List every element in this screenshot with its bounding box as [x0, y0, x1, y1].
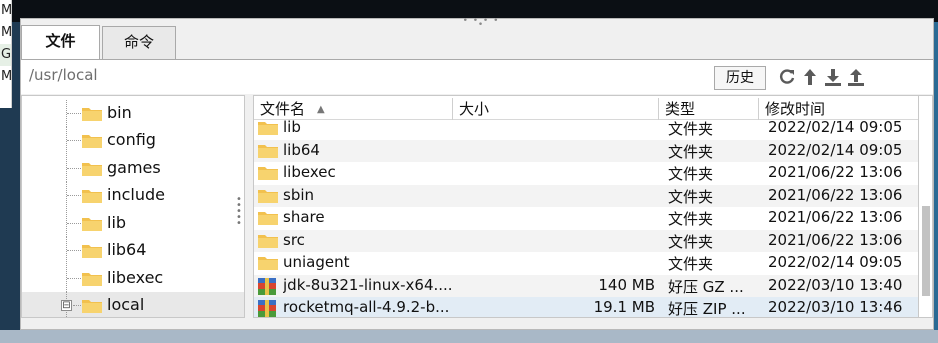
path-input[interactable]: /usr/local	[29, 66, 98, 84]
tab-commands[interactable]: 命令	[102, 26, 176, 59]
file-size: 140 MB	[598, 275, 655, 294]
tree-item-label: bin	[107, 103, 132, 122]
folder-icon	[82, 133, 102, 152]
background-strip-letter: M	[1, 69, 13, 84]
tree-item[interactable]: config	[22, 127, 244, 154]
file-name: uniagent	[283, 253, 350, 271]
archive-icon	[258, 300, 276, 317]
tree-item[interactable]: libexec	[22, 265, 244, 292]
file-size: 19.1 MB	[593, 298, 655, 316]
folder-icon	[82, 216, 102, 235]
background-taskbar	[0, 330, 938, 343]
file-row[interactable]: lib 文件夹 2022/02/14 09:05	[254, 117, 918, 140]
folder-icon	[82, 188, 102, 207]
folder-icon	[258, 188, 278, 207]
file-type: 好压 GZ ...	[668, 277, 744, 296]
tree-item[interactable]: games	[22, 155, 244, 182]
tree-item-local[interactable]: ⊟ local	[22, 292, 244, 317]
file-row[interactable]: share 文件夹 2021/06/22 13:06	[254, 207, 918, 230]
directory-tree: bin config games include lib lib64 libex…	[21, 95, 245, 318]
background-strip-letter: G	[0, 44, 11, 66]
file-modified: 2021/06/22 13:06	[768, 163, 903, 181]
file-row[interactable]: sbin 文件夹 2021/06/22 13:06	[254, 184, 918, 207]
tree-item[interactable]: bin	[22, 100, 244, 127]
background-app-strip: M M G M	[0, 0, 12, 108]
path-bar: /usr/local 历史	[21, 60, 933, 94]
file-modified: 2022/02/14 09:05	[768, 140, 903, 159]
file-modified: 2022/03/10 13:46	[768, 298, 903, 316]
tree-item[interactable]: include	[22, 182, 244, 209]
tab-files[interactable]: 文件	[21, 25, 100, 59]
download-icon[interactable]	[823, 67, 842, 87]
tree-item[interactable]: lib	[22, 210, 244, 237]
folder-icon	[82, 298, 102, 317]
file-type: 文件夹	[668, 187, 714, 206]
file-type: 文件夹	[668, 255, 714, 273]
folder-icon	[258, 210, 278, 229]
refresh-icon[interactable]	[777, 67, 796, 87]
file-row[interactable]: src 文件夹 2021/06/22 13:06	[254, 229, 918, 252]
folder-icon	[82, 243, 102, 262]
file-list-scrollbar[interactable]	[919, 95, 933, 318]
scrollbar-thumb[interactable]	[922, 206, 930, 296]
file-row[interactable]: jdk-8u321-linux-x64.... 140 MB 好压 GZ ...…	[254, 274, 918, 299]
background-strip-letter: M	[1, 3, 13, 18]
file-type: 文件夹	[668, 210, 714, 228]
file-modified: 2022/02/14 09:05	[768, 118, 903, 136]
file-type: 文件夹	[668, 142, 714, 161]
file-name: libexec	[283, 163, 336, 181]
file-modified: 2022/03/10 13:40	[768, 275, 903, 294]
file-modified: 2021/06/22 13:06	[768, 230, 903, 249]
tree-item-label: lib	[107, 213, 127, 232]
upload-icon[interactable]	[846, 67, 865, 87]
tab-bar: 文件 命令	[21, 24, 933, 59]
file-list: 文件名 ▲ 大小 类型 修改时间 lib 文件夹 2022/02/14 09:05…	[253, 95, 919, 318]
pane-splitter-handle[interactable]: • • • • •	[235, 195, 243, 231]
background-window-edge	[934, 22, 938, 343]
tree-item-label: include	[107, 185, 165, 204]
file-modified: 2022/02/14 09:05	[768, 253, 903, 271]
file-row[interactable]: libexec 文件夹 2021/06/22 13:06	[254, 162, 918, 185]
background-strip-letter: M	[1, 25, 13, 40]
file-name: jdk-8u321-linux-x64....	[283, 275, 453, 294]
file-name: sbin	[283, 185, 315, 204]
collapse-toggle-icon[interactable]: ⊟	[61, 300, 72, 311]
tree-item-label: lib64	[107, 240, 147, 259]
folder-icon	[258, 255, 278, 274]
folder-icon	[258, 233, 278, 252]
toolbar-icons	[777, 67, 865, 89]
file-row[interactable]: uniagent 文件夹 2022/02/14 09:05	[254, 252, 918, 275]
folder-icon	[82, 161, 102, 180]
history-button[interactable]: 历史	[714, 66, 766, 90]
tree-item-label: libexec	[107, 268, 164, 287]
tree-item[interactable]: lib64	[22, 237, 244, 264]
file-type: 好压 ZIP ...	[668, 300, 746, 318]
folder-icon	[258, 165, 278, 184]
file-modified: 2021/06/22 13:06	[768, 185, 903, 204]
upload-arrow-icon[interactable]	[800, 67, 819, 87]
file-type: 文件夹	[668, 232, 714, 251]
file-name: rocketmq-all-4.9.2-b...	[283, 298, 450, 316]
archive-icon	[258, 277, 276, 299]
file-name: lib	[283, 118, 301, 136]
file-name: src	[283, 230, 305, 249]
file-type: 文件夹	[668, 120, 714, 138]
file-type: 文件夹	[668, 165, 714, 183]
file-row[interactable]: lib64 文件夹 2022/02/14 09:05	[254, 139, 918, 162]
tree-item-label: config	[107, 130, 156, 149]
tree-item-label: games	[107, 158, 161, 177]
folder-icon	[258, 143, 278, 162]
folder-icon	[82, 271, 102, 290]
file-name: lib64	[283, 140, 320, 159]
folder-icon	[82, 106, 102, 125]
file-row-selected[interactable]: rocketmq-all-4.9.2-b... 19.1 MB 好压 ZIP .…	[254, 297, 918, 318]
sftp-file-panel: • • • • • 文件 命令 /usr/local 历史 bin config…	[20, 17, 934, 330]
file-name: share	[283, 208, 325, 226]
file-modified: 2021/06/22 13:06	[768, 208, 903, 226]
tree-item-label: local	[107, 295, 145, 314]
folder-icon	[258, 120, 278, 139]
